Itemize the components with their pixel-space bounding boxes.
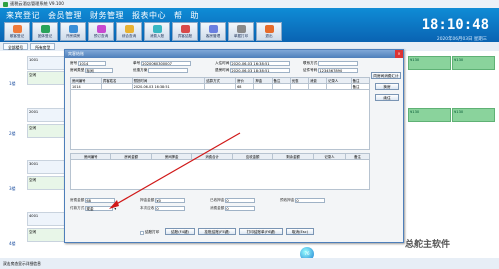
- query-icon: [124, 24, 134, 33]
- summary-field: 预收押金 0: [280, 198, 326, 203]
- field-id[interactable]: 1234567890: [318, 68, 359, 73]
- same-room-button[interactable]: 同房间消费汇计: [371, 72, 401, 79]
- credit-checkout-button[interactable]: 挂账结账(F5键): [198, 228, 236, 235]
- toolbar-button[interactable]: 消费入账: [144, 22, 170, 41]
- field-checkout[interactable]: 2020-06-03 18:38:51: [230, 68, 291, 73]
- form-field: 房间类型 标间: [70, 68, 114, 73]
- arrow-head: [109, 200, 119, 209]
- cancel-button[interactable]: 取消(Esc): [286, 228, 314, 235]
- field-checkin[interactable]: 2020-06-03 16:38:51: [230, 61, 291, 66]
- watermark: 总舵主软件: [405, 240, 451, 250]
- status-bar: 双击房态显示详细信息: [0, 258, 499, 269]
- tab-room-type[interactable]: 所有房型: [30, 43, 56, 50]
- app-icon: [3, 1, 8, 7]
- title-bar: 速税云酒店管理系统 V9.100: [0, 0, 499, 8]
- exit-icon: [264, 24, 274, 33]
- toolbar: 散客登记 团体登记 开房调房 预订查询 综合查询 消费入账 宾客结账 客房管理 …: [4, 22, 282, 41]
- search-icon: [96, 24, 106, 33]
- room-price-cell[interactable]: ¥130: [408, 56, 451, 70]
- window-title: 速税云酒店管理系统 V9.100: [10, 1, 64, 6]
- toolbar-button[interactable]: 预订查询: [88, 22, 114, 41]
- toolbar-button[interactable]: 退出: [256, 22, 282, 41]
- dialog-title: 宾客结账: [68, 51, 84, 56]
- field-order[interactable]: 2020060300007: [141, 61, 192, 66]
- toolbar-button[interactable]: 开房调房: [60, 22, 86, 41]
- toolbar-button[interactable]: 综合查询: [116, 22, 142, 41]
- field-room[interactable]: 1014: [78, 61, 107, 66]
- menu-item-3[interactable]: 财务管理: [90, 10, 124, 21]
- field-room-type[interactable]: 标间: [85, 68, 114, 73]
- tab-building[interactable]: 全部楼号: [3, 43, 29, 50]
- room-price-cell[interactable]: ¥130: [408, 108, 451, 122]
- checkout-button[interactable]: 结账(F4键): [165, 228, 195, 235]
- form-field: 单号 2020060300007: [133, 61, 192, 66]
- floor-label: 4楼: [9, 241, 16, 246]
- consume-icon: [152, 24, 162, 33]
- form-field: 证件号码 1234567890: [303, 68, 359, 73]
- guest-icon: [12, 24, 22, 33]
- bed-icon: [208, 24, 218, 33]
- menu-item-6[interactable]: 助: [191, 10, 200, 21]
- floor-label: 1楼: [9, 81, 16, 86]
- form-field: 房号 1014: [70, 61, 107, 66]
- dialog-header: 宾客结账 ×: [65, 50, 403, 58]
- toolbar-button[interactable]: 单据打印: [228, 22, 254, 41]
- checkout-icon: [180, 24, 190, 33]
- menu-item-5[interactable]: 帮: [174, 10, 183, 21]
- annotation-arrow: [109, 132, 241, 209]
- toolbar-button[interactable]: 散客登记: [4, 22, 30, 41]
- close-icon[interactable]: ×: [395, 50, 403, 58]
- floor-column: 1楼 2楼 3楼 4楼: [0, 51, 26, 258]
- floor-label: 3楼: [9, 186, 16, 191]
- print-icon: [236, 24, 246, 33]
- change-room-button[interactable]: 换房: [375, 83, 399, 90]
- room-icon: [68, 24, 78, 33]
- menu-item-1[interactable]: 来宾登记: [6, 10, 40, 21]
- checkout-dialog: 宾客结账 × 房号 1014 单号 2020060300007 入住时间 2020-0…: [64, 49, 404, 243]
- room-price-cell[interactable]: ¥130: [452, 56, 495, 70]
- floor-label: 2楼: [9, 131, 16, 136]
- arrow-line: [112, 132, 241, 207]
- form-field: 优惠方案: [133, 68, 189, 73]
- main-menu: 来宾登记 会员管理 财务管理 报表中心 帮 助: [6, 10, 199, 21]
- print-bill-button[interactable]: 打印结账单(F6键): [239, 228, 283, 235]
- form-field: 入住时间 2020-06-03 16:38:51: [215, 61, 291, 66]
- field-discount[interactable]: [148, 68, 189, 73]
- menu-bar: 来宾登记 会员管理 财务管理 报表中心 帮 助 散客登记 团体登记 开房调房 预…: [0, 8, 499, 42]
- print-checkbox[interactable]: [140, 230, 144, 235]
- toolbar-button[interactable]: 宾客结账: [172, 22, 198, 41]
- menu-item-2[interactable]: 会员管理: [48, 10, 82, 21]
- print-checkbox-field: 结账打印: [140, 230, 159, 235]
- form-field: 联系方式: [303, 61, 359, 66]
- field-contact[interactable]: [318, 61, 359, 66]
- menu-item-4[interactable]: 报表中心: [132, 10, 166, 21]
- toolbar-button[interactable]: 团体登记: [32, 22, 58, 41]
- extend-button[interactable]: 续住: [375, 94, 399, 101]
- toolbar-button[interactable]: 客房管理: [200, 22, 226, 41]
- group-icon: [40, 24, 50, 33]
- clock: 18:10:48: [421, 17, 489, 33]
- form-field: 退房时间 2020-06-03 18:38:51: [215, 68, 291, 73]
- room-price-cell[interactable]: ¥130: [452, 108, 495, 122]
